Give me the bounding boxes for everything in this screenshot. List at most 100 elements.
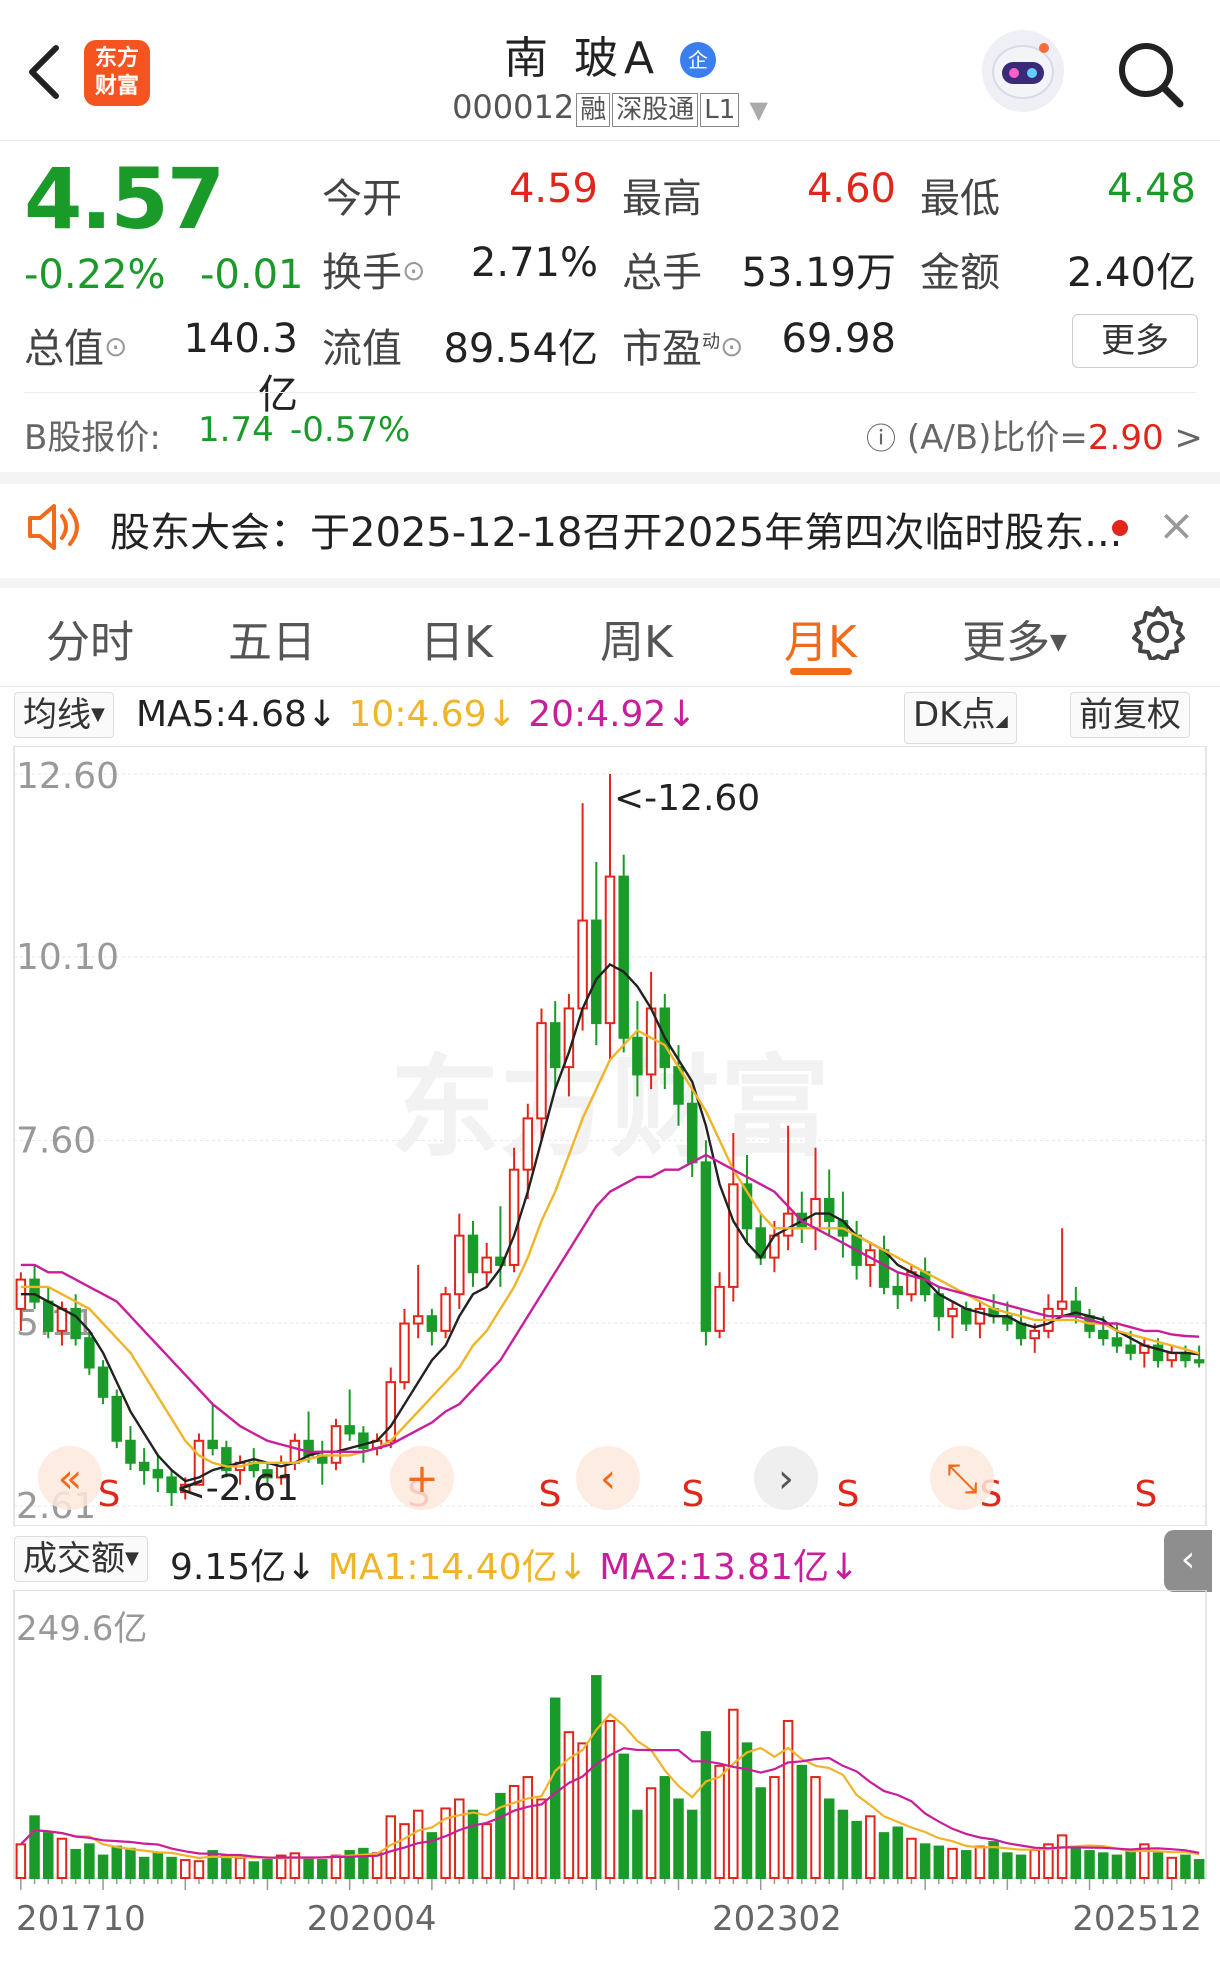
time-axis-label: 202004 <box>307 1899 437 1939</box>
volume-bar <box>960 1850 972 1880</box>
adjust-mode-button[interactable]: 前复权 <box>1070 692 1190 738</box>
candle-body <box>823 1197 835 1222</box>
candle-body <box>138 1461 150 1472</box>
volume-bar <box>1056 1834 1068 1879</box>
volume-bar <box>632 1809 643 1879</box>
volume-bar <box>933 1845 945 1880</box>
search-icon[interactable] <box>1112 36 1188 112</box>
candle-body <box>1029 1329 1040 1340</box>
mktcap-label[interactable]: 总值⊙ <box>24 316 127 374</box>
top-bar: 东方 财富 南 玻A 企 000012 融深股通 L1 ▼ <box>0 0 1220 141</box>
collapse-left-icon[interactable]: ‹ <box>1164 1530 1212 1592</box>
volume-bar <box>1070 1845 1082 1880</box>
volume-bar <box>591 1675 602 1879</box>
stock-name: 南 玻A <box>503 33 661 84</box>
candle-body <box>632 1036 643 1076</box>
section-separator <box>0 578 1220 588</box>
volume-bar <box>193 1860 205 1879</box>
candle-body <box>947 1307 958 1318</box>
mktcap-value: 140.3亿 <box>183 316 298 418</box>
candle-body <box>1125 1344 1136 1354</box>
max-price-label: <-12.60 <box>614 778 760 819</box>
candle-body <box>344 1425 355 1435</box>
candle-body <box>111 1395 123 1442</box>
volume-bar <box>1084 1850 1095 1880</box>
candle-body <box>618 875 629 1039</box>
volume-chart[interactable]: 249.6亿 201710 202004 202302 202512 <box>0 1590 1220 1960</box>
volume-bar <box>645 1787 657 1879</box>
volume-bar <box>303 1856 314 1879</box>
fullscreen-icon[interactable]: ⤡ <box>930 1446 994 1510</box>
volume-bar <box>152 1852 164 1880</box>
volume-bar <box>234 1856 246 1879</box>
volume-bar <box>522 1776 534 1880</box>
zoom-in-icon[interactable]: + <box>390 1446 454 1510</box>
candle-body <box>878 1249 890 1288</box>
candle-body <box>577 919 588 1010</box>
settings-gear-icon[interactable] <box>1130 604 1186 660</box>
kline-chart[interactable]: 12.6010.107.605.112.61 东方财富 <-12.60<-2.6… <box>0 746 1220 1526</box>
volume-bar <box>878 1832 890 1879</box>
volume-bar <box>755 1787 766 1879</box>
prev-icon[interactable]: ‹ <box>576 1446 640 1510</box>
volume-bar <box>974 1845 986 1880</box>
sell-signal-marker: S <box>1134 1474 1157 1515</box>
more-quote-button[interactable]: 更多 <box>1072 314 1198 368</box>
info-circle-icon[interactable]: ⊙ <box>402 254 425 287</box>
candle-body <box>166 1476 177 1494</box>
amount-value: 2.40亿 <box>1066 250 1196 296</box>
enterprise-badge: 企 <box>680 42 717 78</box>
tag-connect: 深股通 <box>612 93 699 127</box>
sell-signal-marker: S <box>682 1474 705 1515</box>
turnover-label[interactable]: 换手⊙ <box>322 240 425 298</box>
volume-bar <box>248 1861 260 1879</box>
tab-monthly-k[interactable]: 月K <box>784 606 857 670</box>
volume-bar <box>714 1764 725 1879</box>
dk-point-button[interactable]: DK点◢ <box>904 692 1017 744</box>
candle-body <box>700 1161 712 1332</box>
tab-more[interactable]: 更多▼ <box>962 606 1067 670</box>
volume-bar <box>906 1837 917 1880</box>
b-share-price: 1.74 <box>198 410 274 450</box>
volume-bar <box>604 1719 616 1879</box>
volume-bar <box>947 1847 958 1880</box>
indicator-selector[interactable]: 均线▼ <box>14 692 114 738</box>
turnover-value: 2.71% <box>470 240 598 286</box>
ab-ratio-link[interactable]: ⓘ (A/B)比价=2.90 > <box>866 410 1203 459</box>
help-circle-icon: ⓘ <box>866 422 896 457</box>
volume-bar <box>138 1856 150 1879</box>
volume-bar <box>865 1815 876 1880</box>
watermark-logo: 东方财富 <box>390 1044 830 1172</box>
notice-text[interactable]: 股东大会：于2025-12-18召开2025年第四次临时股东... <box>110 500 1122 558</box>
close-icon[interactable]: × <box>1158 500 1195 551</box>
candle-body <box>549 1022 561 1069</box>
robot-avatar-icon[interactable] <box>982 30 1064 112</box>
info-circle-icon[interactable]: ⊙ <box>104 330 127 363</box>
fast-backward-icon-glyph: « <box>58 1456 82 1502</box>
time-axis-label: 202512 <box>1072 1899 1202 1939</box>
volume-bar <box>686 1809 698 1879</box>
pe-label[interactable]: 市盈动⊙ <box>622 316 743 374</box>
volume-bar <box>1166 1856 1177 1879</box>
volume-bar <box>618 1753 629 1880</box>
fast-backward-icon[interactable]: « <box>38 1446 102 1510</box>
volume-bar <box>837 1809 849 1879</box>
volume-bar <box>782 1719 794 1879</box>
candle-body <box>207 1439 218 1450</box>
tab-intraday[interactable]: 分时 <box>46 606 134 670</box>
dropdown-caret-icon[interactable]: ▼ <box>749 96 767 124</box>
price-axis-label: 10.10 <box>16 937 119 978</box>
tab-daily-k[interactable]: 日K <box>420 606 493 670</box>
volume-indicator-selector[interactable]: 成交额▼ <box>14 1536 148 1582</box>
next-icon[interactable]: › <box>754 1446 818 1510</box>
tab-five-day[interactable]: 五日 <box>228 606 316 670</box>
zoom-in-icon-glyph: + <box>405 1456 439 1502</box>
candle-body <box>1193 1359 1205 1364</box>
volume-bar <box>207 1850 218 1880</box>
section-separator <box>0 472 1220 484</box>
b-share-change: -0.57% <box>290 410 411 450</box>
candle-body <box>960 1307 972 1325</box>
candle-body <box>399 1322 410 1384</box>
fullscreen-icon-glyph: ⤡ <box>946 1456 978 1502</box>
tab-weekly-k[interactable]: 周K <box>600 606 673 670</box>
